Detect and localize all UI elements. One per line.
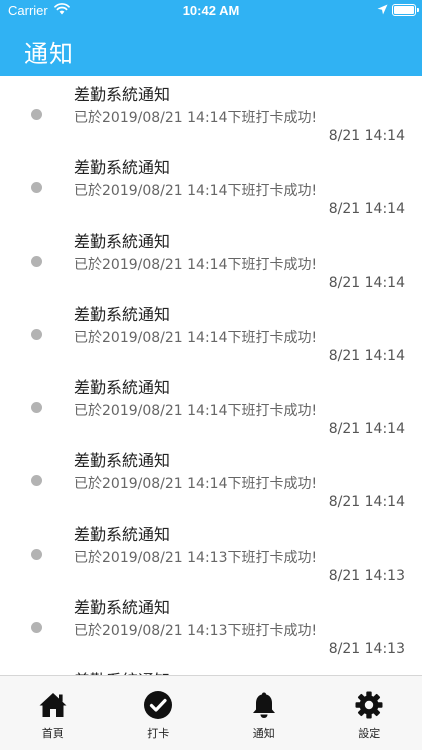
bell-icon [249, 690, 279, 720]
notification-time: 8/21 14:14 [328, 128, 405, 144]
notification-message: 已於2019/08/21 14:14下班打卡成功! [74, 329, 318, 346]
unread-dot [31, 109, 42, 120]
notification-time: 8/21 14:14 [328, 347, 405, 364]
tab-label: 通知 [252, 727, 275, 740]
notification-message: 已於2019/08/21 14:14下班打卡成功! [74, 476, 318, 493]
notification-message: 已於2019/08/21 14:14下班打卡成功! [74, 256, 318, 273]
tab-label: 打卡 [147, 727, 170, 740]
notification-time: 8/21 14:14 [328, 201, 405, 218]
notification-title: 差勤系統通知 [74, 85, 171, 104]
battery-icon [392, 4, 419, 16]
notification-title: 差勤系統通知 [74, 598, 171, 618]
notification-time: 8/21 14:13 [328, 641, 405, 658]
tab-clock-in[interactable]: 打卡 [106, 676, 212, 750]
unread-dot [31, 622, 42, 634]
notification-item[interactable]: 差勤系統通知已於2019/08/21 14:14下班打卡成功! 8/21 14:1… [0, 223, 422, 296]
notification-title: 差勤系統通知 [74, 378, 171, 398]
tab-notifications[interactable]: 通知 [211, 676, 317, 750]
unread-dot [31, 548, 42, 560]
tab-home[interactable]: 首頁 [0, 676, 106, 750]
tab-bar: 首頁 打卡 通知 設定 [0, 675, 422, 750]
notification-title: 差勤系統通知 [74, 158, 171, 178]
notification-item[interactable]: 差勤系統通知已於2019/08/21 14:14下班打卡成功! 8/21 14:1… [0, 296, 422, 369]
notification-item[interactable]: 差勤系統通知已於2019/08/21 14:14下班打卡成功! 8/21 14:1… [0, 369, 422, 442]
tab-settings[interactable]: 設定 [317, 676, 422, 750]
notification-message: 已於2019/08/21 14:14下班打卡成功! [74, 403, 318, 420]
notification-message: 已於2019/08/21 14:14下班打卡成功! [74, 110, 318, 126]
notification-time: 8/21 14:14 [328, 421, 405, 438]
notification-message: 已於2019/08/21 14:14下班打卡成功! [74, 183, 318, 200]
notification-title: 差勤系統通知 [74, 524, 171, 544]
home-icon [38, 690, 68, 720]
notification-time: 8/21 14:14 [328, 274, 405, 291]
unread-dot [31, 475, 42, 487]
notification-title: 差勤系統通知 [74, 304, 171, 324]
notification-title: 差勤系統通知 [74, 231, 171, 251]
tab-label: 設定 [358, 727, 381, 740]
notification-message: 已於2019/08/21 14:13下班打卡成功! [74, 623, 318, 640]
notification-item[interactable]: 差勤系統通知 [0, 662, 422, 675]
app-screen: Carrier 10:42 AM 通知 差勤系統通知已於2019/08/21 1… [0, 0, 422, 750]
notification-title: 差勤系統通知 [74, 667, 170, 675]
location-arrow-icon [377, 4, 388, 19]
unread-dot [31, 402, 42, 414]
notification-item[interactable]: 差勤系統通知已於2019/08/21 14:13下班打卡成功! 8/21 14:1… [0, 516, 422, 589]
notification-item[interactable]: 差勤系統通知已於2019/08/21 14:14下班打卡成功! 8/21 14:1… [0, 149, 422, 222]
app-header: Carrier 10:42 AM 通知 [0, 0, 422, 76]
notification-item[interactable]: 差勤系統通知已於2019/08/21 14:14下班打卡成功! 8/21 14:1… [0, 76, 422, 149]
status-bar: Carrier 10:42 AM [0, 0, 422, 22]
notification-item[interactable]: 差勤系統通知已於2019/08/21 14:13下班打卡成功! 8/21 14:1… [0, 589, 422, 662]
notification-list[interactable]: 差勤系統通知 已於2019/08/21 14:14下班打卡成功! 8/21 14:1… [0, 76, 422, 675]
unread-dot [31, 182, 42, 194]
tab-label: 首頁 [41, 727, 64, 740]
notification-title: 差勤系統通知 [74, 451, 171, 471]
gear-icon [354, 690, 384, 720]
status-time: 10:42 AM [182, 3, 240, 18]
notification-item[interactable]: 差勤系統通知已於2019/08/21 14:14下班打卡成功! 8/21 14:1… [0, 442, 422, 515]
unread-dot [31, 255, 42, 267]
notification-time: 8/21 14:14 [328, 494, 405, 511]
notification-time: 8/21 14:13 [328, 567, 405, 584]
unread-dot [31, 328, 42, 340]
notification-message: 已於2019/08/21 14:13下班打卡成功! [74, 549, 318, 566]
check-circle-icon [143, 690, 173, 720]
page-title: 通知 [24, 40, 74, 68]
